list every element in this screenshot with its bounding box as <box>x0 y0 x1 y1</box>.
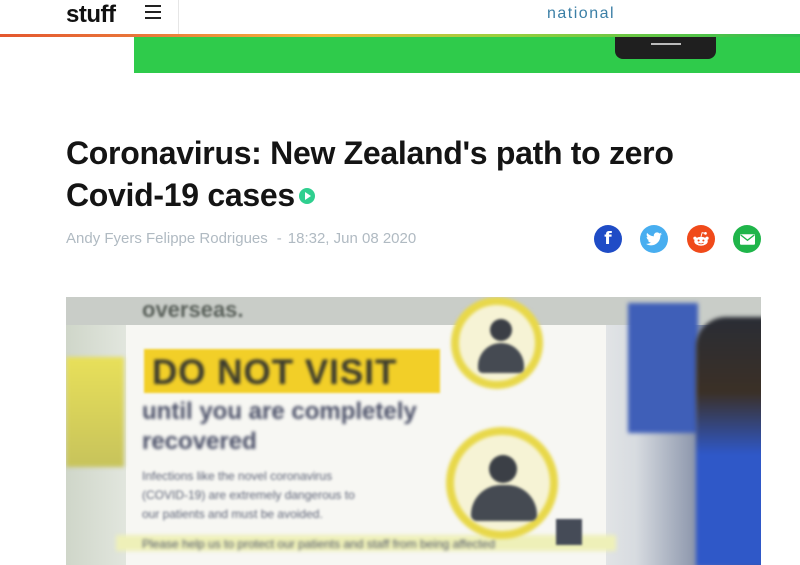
headline-text: Coronavirus: New Zealand's path to zero … <box>66 135 674 213</box>
share-email-button[interactable] <box>733 225 761 253</box>
hero-paragraph-line: Infections like the novel coronavirus <box>142 469 333 483</box>
twitter-icon <box>646 232 662 246</box>
hero-paragraph-line: (COVID-19) are extremely dangerous to <box>142 488 355 502</box>
stuff-logo[interactable]: stuff <box>66 1 116 29</box>
hero-warning-text: DO NOT VISIT <box>152 353 398 392</box>
hero-until-text: until you are completely recovered <box>142 397 417 457</box>
hero-line-2: recovered <box>142 428 257 455</box>
hero-right-sign <box>628 303 698 433</box>
video-play-icon[interactable] <box>298 187 315 204</box>
section-label[interactable]: national <box>547 5 615 23</box>
share-twitter-button[interactable] <box>640 225 668 253</box>
share-facebook-button[interactable]: f <box>594 225 622 253</box>
email-icon <box>739 233 755 245</box>
article-headline: Coronavirus: New Zealand's path to zero … <box>66 132 746 216</box>
hamburger-menu-icon[interactable] <box>145 5 161 21</box>
facebook-icon: f <box>604 229 612 249</box>
hero-left-sign <box>66 357 124 467</box>
author-names[interactable]: Andy Fyers Felippe Rodrigues <box>66 230 268 247</box>
publish-timestamp: 18:32, Jun 08 2020 <box>287 230 417 247</box>
hero-symbol-head-1 <box>490 319 512 341</box>
share-reddit-button[interactable] <box>687 225 715 253</box>
hero-text-overseas: overseas. <box>142 297 244 322</box>
header-divider <box>178 0 179 34</box>
hero-badge <box>556 519 582 545</box>
banner-advertisement[interactable] <box>134 37 800 73</box>
hero-paragraph-line: our patients and must be avoided. <box>142 507 323 521</box>
hero-person-symbol-2 <box>446 427 558 539</box>
reddit-icon <box>693 232 709 246</box>
hero-paragraph: Infections like the novel coronavirus (C… <box>142 467 355 524</box>
article-hero-image[interactable]: overseas. DO NOT VISIT until you are com… <box>66 297 761 565</box>
hero-person-figure <box>696 317 761 565</box>
ad-device-image <box>615 37 716 59</box>
article-byline: Andy Fyers Felippe Rodrigues -18:32, Jun … <box>66 230 416 247</box>
site-header: stuff national <box>0 0 800 37</box>
hero-line-1: until you are completely <box>142 398 417 425</box>
byline-separator: - <box>276 230 282 247</box>
hero-symbol-head-2 <box>489 455 517 483</box>
hero-footer-text: Please help us to protect our patients a… <box>142 537 496 551</box>
